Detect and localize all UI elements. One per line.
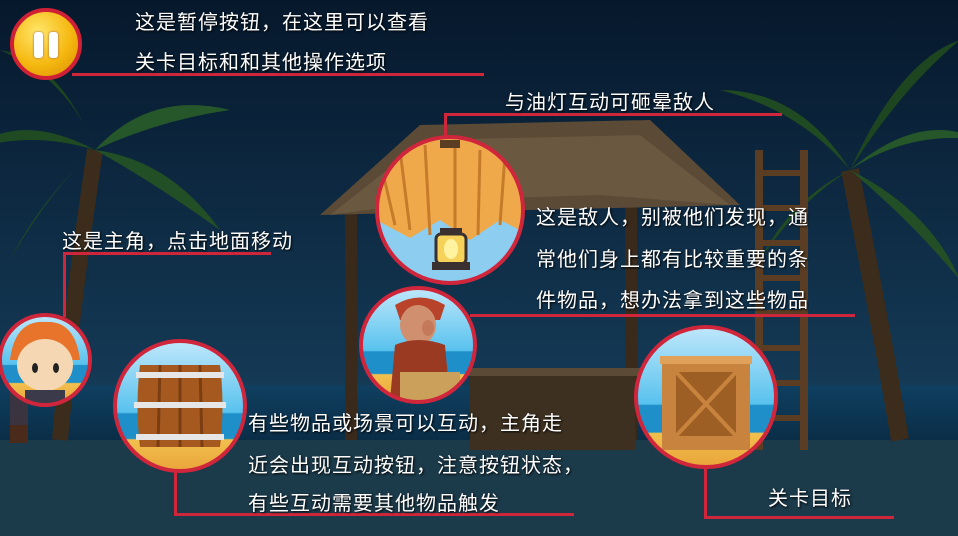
- pause-tip-line2: 关卡目标和和其他操作选项: [135, 50, 387, 74]
- pause-tip-line1: 这是暂停按钮，在这里可以查看: [135, 10, 429, 34]
- interact-tip-line3: 有些互动需要其他物品触发: [248, 491, 500, 515]
- goal-tip: 关卡目标: [768, 486, 852, 510]
- interact-tip-connector: [174, 470, 177, 516]
- enemy-bubble: [359, 286, 477, 404]
- barrel-bubble: [113, 339, 247, 473]
- crate-bubble: [634, 325, 778, 469]
- interact-tip-line2: 近会出现互动按钮，注意按钮状态，: [248, 453, 584, 477]
- enemy-tip-underline: [470, 314, 855, 317]
- enemy-tip-line2: 常他们身上都有比较重要的条: [536, 247, 809, 271]
- goal-tip-underline: [704, 516, 894, 519]
- lamp-tip: 与油灯互动可砸晕敌人: [505, 90, 715, 114]
- goal-tip-connector: [704, 466, 707, 518]
- enemy-tip-line3: 件物品，想办法拿到这些物品: [536, 288, 809, 312]
- hero-tip: 这是主角，点击地面移动: [62, 229, 293, 253]
- lamp-tip-connector: [444, 113, 447, 138]
- interact-tip-line1: 有些物品或场景可以互动，主角走: [248, 411, 563, 435]
- hero-tip-connector: [63, 252, 66, 317]
- enemy-tip-line1: 这是敌人，别被他们发现，通: [536, 205, 809, 229]
- pause-button[interactable]: [10, 8, 82, 80]
